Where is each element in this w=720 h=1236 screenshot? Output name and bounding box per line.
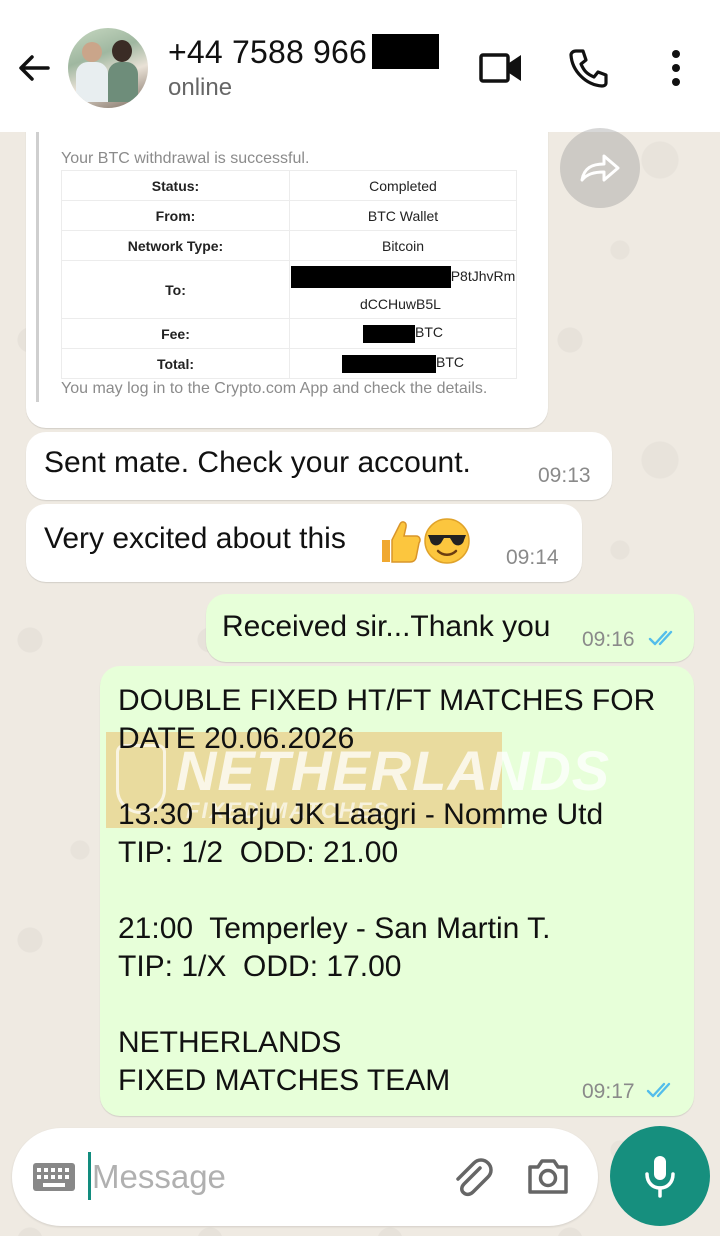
fee-unit: BTC	[415, 324, 443, 341]
message-text: DOUBLE FIXED HT/FT MATCHES FOR DATE 20.0…	[118, 684, 656, 1097]
redaction-box	[372, 34, 439, 69]
message-input[interactable]: Message	[92, 1158, 226, 1196]
incoming-message[interactable]: Sent mate. Check your account. 09:13	[26, 432, 612, 500]
table-row: Status: Completed	[61, 170, 517, 201]
redaction-box	[342, 354, 436, 373]
total-unit: BTC	[436, 354, 464, 371]
more-vert-icon[interactable]	[664, 48, 688, 88]
message-time: 09:14	[506, 546, 559, 569]
email-intro: Your BTC withdrawal is successful.	[61, 150, 310, 167]
incoming-message[interactable]: Very excited about this 09:14	[26, 504, 582, 582]
table-row: Total: BTC	[61, 348, 517, 379]
avatar[interactable]	[68, 28, 148, 108]
table-cell: Completed	[289, 170, 517, 201]
email-quote-bar	[36, 132, 39, 402]
table-row: To: P8tJhvRm dCCHuwB5L	[61, 260, 517, 319]
table-cell: Total:	[61, 348, 290, 379]
table-row: Network Type: Bitcoin	[61, 230, 517, 261]
transaction-table: Status: Completed From: BTC Wallet Network…	[61, 170, 517, 379]
text-caret	[88, 1152, 91, 1200]
camera-icon[interactable]	[526, 1156, 570, 1196]
video-call-icon[interactable]	[478, 48, 524, 88]
keyboard-icon[interactable]	[32, 1162, 76, 1192]
forward-icon	[580, 154, 620, 182]
address-fragment: dCCHuwB5L	[360, 295, 441, 312]
contact-name[interactable]: +44 7588 966	[168, 34, 367, 71]
table-cell: Status:	[61, 170, 290, 201]
table-cell: Fee:	[61, 318, 290, 349]
message-text: Sent mate. Check your account.	[44, 446, 471, 479]
attach-icon[interactable]	[450, 1154, 494, 1198]
outgoing-message[interactable]: Received sir...Thank you 09:16	[206, 594, 694, 662]
message-text: Very excited about this	[44, 522, 346, 555]
table-row: Fee: BTC	[61, 318, 517, 349]
chat-header: +44 7588 966 online	[0, 0, 720, 132]
mic-icon	[645, 1156, 675, 1198]
message-text: Received sir...Thank you	[222, 610, 551, 643]
back-arrow-icon[interactable]	[14, 48, 54, 88]
message-time: 09:13	[538, 464, 591, 487]
table-cell: BTC	[289, 348, 517, 379]
mic-button[interactable]	[610, 1126, 710, 1226]
table-row: From: BTC Wallet	[61, 200, 517, 231]
table-cell: To:	[61, 260, 290, 319]
table-cell: P8tJhvRm dCCHuwB5L	[289, 260, 517, 319]
table-cell: Network Type:	[61, 230, 290, 261]
sunglasses-emoji-icon	[424, 518, 470, 564]
phone-icon[interactable]	[566, 46, 610, 90]
address-fragment: P8tJhvRm	[450, 267, 516, 284]
table-cell: BTC	[289, 318, 517, 349]
contact-status: online	[168, 74, 233, 101]
table-cell: BTC Wallet	[289, 200, 517, 231]
email-outro: You may log in to the Crypto.com App and…	[61, 380, 488, 397]
thumbs-up-emoji-icon	[382, 521, 421, 563]
forward-button[interactable]	[560, 128, 640, 208]
read-ticks-icon	[648, 630, 673, 646]
redaction-box	[290, 265, 451, 288]
redaction-box	[363, 324, 415, 343]
message-time: 09:16	[582, 628, 635, 651]
table-cell: Bitcoin	[289, 230, 517, 261]
table-cell: From:	[61, 200, 290, 231]
